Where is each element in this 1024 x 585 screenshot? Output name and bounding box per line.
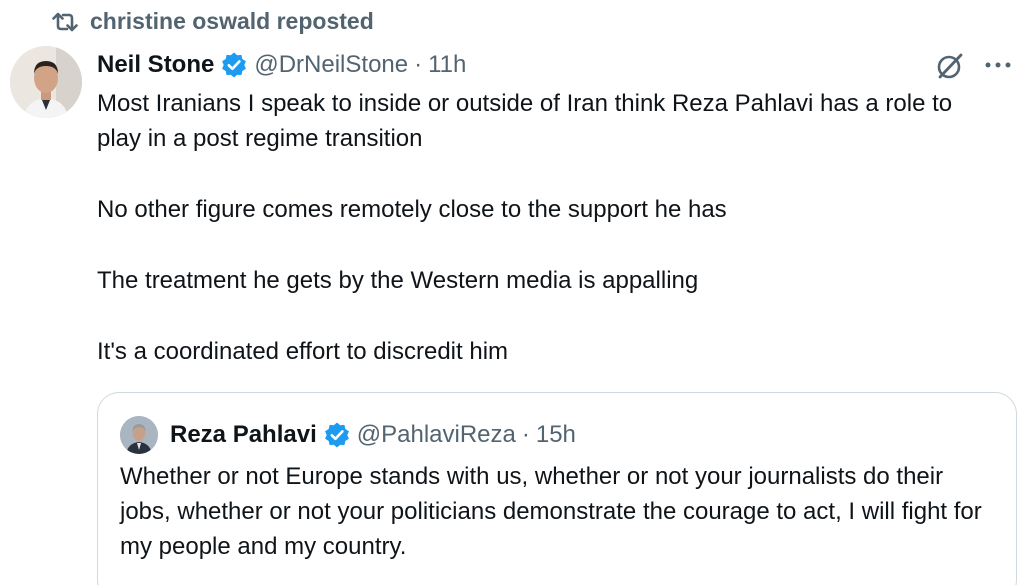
repost-icon [52,12,78,31]
verified-badge-icon [323,421,351,449]
repost-label: christine oswald reposted [90,8,374,34]
verified-badge-icon [220,51,248,79]
author-avatar[interactable] [10,46,82,118]
quoted-post-text: Whether or not Europe stands with us, wh… [120,463,982,560]
quoted-author-name[interactable]: Reza Pahlavi [170,421,317,449]
quoted-author-handle[interactable]: @PahlaviReza [357,421,516,449]
quoted-post-card[interactable]: Reza Pahlavi @PahlaviReza · 15h Whether … [97,392,1017,585]
quoted-author-avatar[interactable] [120,416,158,454]
post-header: Neil Stone @DrNeilStone · 11h [97,48,466,82]
quoted-post-header: Reza Pahlavi @PahlaviReza · 15h [120,416,576,454]
repost-indicator[interactable]: christine oswald reposted [52,8,374,35]
post-paragraph: It's a coordinated effort to discredit h… [97,338,509,365]
post-paragraph: The treatment he gets by the Western med… [97,267,699,294]
post-text: Most Iranians I speak to inside or outsi… [97,86,1002,369]
grok-icon[interactable] [934,50,966,87]
separator-dot: · [521,421,530,448]
author-name[interactable]: Neil Stone [97,51,214,79]
tweet: christine oswald reposted Neil Stone @Dr… [0,0,1024,585]
separator-dot: · [414,51,423,78]
quoted-post-timestamp[interactable]: 15h [536,421,576,449]
author-handle[interactable]: @DrNeilStone [254,51,408,79]
post-paragraph: No other figure comes remotely close to … [97,196,727,223]
more-options-icon[interactable] [984,55,1012,80]
post-paragraph: Most Iranians I speak to inside or outsi… [97,90,953,152]
post-timestamp[interactable]: 11h [428,51,466,79]
